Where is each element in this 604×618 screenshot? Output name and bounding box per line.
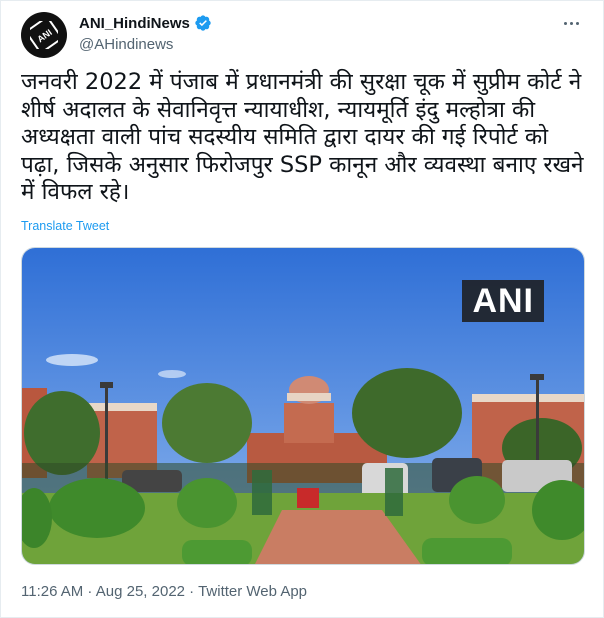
more-dot-icon <box>575 21 579 25</box>
avatar-logo-text: ANI <box>35 27 53 44</box>
tweet-text: जनवरी 2022 में पंजाब में प्रधानमंत्री की… <box>21 69 584 205</box>
more-options-button[interactable] <box>559 13 583 33</box>
ani-logo-icon: ANI <box>30 21 58 49</box>
avatar[interactable]: ANI <box>21 12 67 58</box>
verified-badge-icon <box>195 15 211 31</box>
author-name-row: ANI_HindiNews <box>79 14 212 32</box>
image-watermark: ANI <box>462 280 544 322</box>
tweet-timestamp[interactable]: 11:26 AM · Aug 25, 2022 · Twitter Web Ap… <box>21 583 307 600</box>
translate-tweet-link[interactable]: Translate Tweet <box>21 219 109 233</box>
author-handle[interactable]: @AHindinews <box>79 36 173 53</box>
more-dot-icon <box>563 21 567 25</box>
more-dot-icon <box>569 21 573 25</box>
author-display-name[interactable]: ANI_HindiNews <box>79 15 190 32</box>
tweet-image[interactable]: ANI <box>21 247 585 565</box>
tweet-card: ANI ANI_HindiNews @AHindinews जनवरी 2022… <box>0 0 604 618</box>
